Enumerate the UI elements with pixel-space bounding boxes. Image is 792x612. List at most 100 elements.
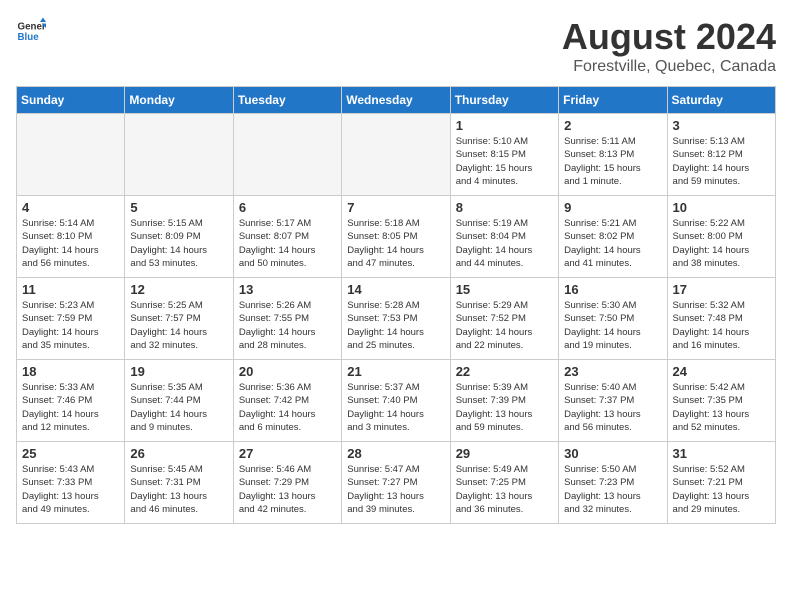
day-number: 24	[673, 364, 770, 379]
calendar-cell: 2Sunrise: 5:11 AM Sunset: 8:13 PM Daylig…	[559, 114, 667, 196]
weekday-header-saturday: Saturday	[667, 87, 775, 114]
day-info: Sunrise: 5:18 AM Sunset: 8:05 PM Dayligh…	[347, 217, 444, 270]
calendar-cell: 17 Sunrise: 5:32 AM Sunset: 7:48 PM Dayli…	[667, 278, 775, 360]
day-info: Sunrise: 5:36 AM Sunset: 7:42 PM Dayligh…	[239, 381, 336, 434]
day-number: 16	[564, 282, 661, 297]
week-row-3: 11 Sunrise: 5:23 AM Sunset: 7:59 PM Dayli…	[17, 278, 776, 360]
calendar-cell	[125, 114, 233, 196]
day-number: 15	[456, 282, 553, 297]
day-info: Sunrise: 5:52 AM Sunset: 7:21 PM Dayligh…	[673, 463, 770, 516]
day-number: 1	[456, 118, 553, 133]
calendar-cell: 20 Sunrise: 5:36 AM Sunset: 7:42 PM Dayli…	[233, 360, 341, 442]
calendar-cell: 22 Sunrise: 5:39 AM Sunset: 7:39 PM Dayli…	[450, 360, 558, 442]
calendar-cell: 5 Sunrise: 5:15 AM Sunset: 8:09 PM Daylig…	[125, 196, 233, 278]
title-area: August 2024 Forestville, Quebec, Canada	[562, 16, 776, 76]
day-number: 23	[564, 364, 661, 379]
calendar-cell: 28 Sunrise: 5:47 AM Sunset: 7:27 PM Dayli…	[342, 442, 450, 524]
day-number: 10	[673, 200, 770, 215]
calendar-cell: 14Sunrise: 5:28 AM Sunset: 7:53 PM Dayli…	[342, 278, 450, 360]
weekday-header-friday: Friday	[559, 87, 667, 114]
day-info: Sunrise: 5:45 AM Sunset: 7:31 PM Dayligh…	[130, 463, 227, 516]
calendar-cell: 26Sunrise: 5:45 AM Sunset: 7:31 PM Dayli…	[125, 442, 233, 524]
day-number: 9	[564, 200, 661, 215]
month-title: August 2024	[562, 16, 776, 58]
day-info: Sunrise: 5:19 AM Sunset: 8:04 PM Dayligh…	[456, 217, 553, 270]
day-info: Sunrise: 5:50 AM Sunset: 7:23 PM Dayligh…	[564, 463, 661, 516]
day-number: 20	[239, 364, 336, 379]
day-info: Sunrise: 5:33 AM Sunset: 7:46 PM Dayligh…	[22, 381, 119, 434]
calendar-cell: 21Sunrise: 5:37 AM Sunset: 7:40 PM Dayli…	[342, 360, 450, 442]
day-info: Sunrise: 5:15 AM Sunset: 8:09 PM Dayligh…	[130, 217, 227, 270]
week-row-2: 4 Sunrise: 5:14 AM Sunset: 8:10 PM Daylig…	[17, 196, 776, 278]
location-title: Forestville, Quebec, Canada	[562, 58, 776, 76]
day-info: Sunrise: 5:39 AM Sunset: 7:39 PM Dayligh…	[456, 381, 553, 434]
logo: General Blue	[16, 16, 46, 46]
day-info: Sunrise: 5:11 AM Sunset: 8:13 PM Dayligh…	[564, 135, 661, 188]
day-number: 3	[673, 118, 770, 133]
calendar-cell	[17, 114, 125, 196]
svg-text:General: General	[18, 22, 47, 33]
weekday-header-thursday: Thursday	[450, 87, 558, 114]
day-number: 8	[456, 200, 553, 215]
day-info: Sunrise: 5:25 AM Sunset: 7:57 PM Dayligh…	[130, 299, 227, 352]
day-number: 30	[564, 446, 661, 461]
day-number: 25	[22, 446, 119, 461]
day-number: 17	[673, 282, 770, 297]
day-info: Sunrise: 5:43 AM Sunset: 7:33 PM Dayligh…	[22, 463, 119, 516]
week-row-5: 25 Sunrise: 5:43 AM Sunset: 7:33 PM Dayli…	[17, 442, 776, 524]
calendar-cell: 25 Sunrise: 5:43 AM Sunset: 7:33 PM Dayli…	[17, 442, 125, 524]
day-info: Sunrise: 5:28 AM Sunset: 7:53 PM Dayligh…	[347, 299, 444, 352]
calendar-cell: 12 Sunrise: 5:25 AM Sunset: 7:57 PM Dayli…	[125, 278, 233, 360]
calendar-cell: 27 Sunrise: 5:46 AM Sunset: 7:29 PM Dayli…	[233, 442, 341, 524]
day-info: Sunrise: 5:14 AM Sunset: 8:10 PM Dayligh…	[22, 217, 119, 270]
day-info: Sunrise: 5:32 AM Sunset: 7:48 PM Dayligh…	[673, 299, 770, 352]
svg-text:Blue: Blue	[18, 32, 40, 43]
day-info: Sunrise: 5:10 AM Sunset: 8:15 PM Dayligh…	[456, 135, 553, 188]
weekday-header-wednesday: Wednesday	[342, 87, 450, 114]
day-info: Sunrise: 5:40 AM Sunset: 7:37 PM Dayligh…	[564, 381, 661, 434]
calendar-cell: 9 Sunrise: 5:21 AM Sunset: 8:02 PM Daylig…	[559, 196, 667, 278]
day-info: Sunrise: 5:21 AM Sunset: 8:02 PM Dayligh…	[564, 217, 661, 270]
day-number: 22	[456, 364, 553, 379]
calendar-cell: 29 Sunrise: 5:49 AM Sunset: 7:25 PM Dayli…	[450, 442, 558, 524]
day-number: 18	[22, 364, 119, 379]
day-info: Sunrise: 5:13 AM Sunset: 8:12 PM Dayligh…	[673, 135, 770, 188]
weekday-header-row: SundayMondayTuesdayWednesdayThursdayFrid…	[17, 87, 776, 114]
day-number: 5	[130, 200, 227, 215]
day-number: 12	[130, 282, 227, 297]
calendar-cell: 8 Sunrise: 5:19 AM Sunset: 8:04 PM Daylig…	[450, 196, 558, 278]
calendar-cell: 6Sunrise: 5:17 AM Sunset: 8:07 PM Daylig…	[233, 196, 341, 278]
weekday-header-monday: Monday	[125, 87, 233, 114]
day-number: 29	[456, 446, 553, 461]
day-number: 28	[347, 446, 444, 461]
calendar-cell: 24Sunrise: 5:42 AM Sunset: 7:35 PM Dayli…	[667, 360, 775, 442]
day-info: Sunrise: 5:49 AM Sunset: 7:25 PM Dayligh…	[456, 463, 553, 516]
calendar-cell: 11 Sunrise: 5:23 AM Sunset: 7:59 PM Dayli…	[17, 278, 125, 360]
day-number: 11	[22, 282, 119, 297]
calendar-cell: 19Sunrise: 5:35 AM Sunset: 7:44 PM Dayli…	[125, 360, 233, 442]
day-info: Sunrise: 5:46 AM Sunset: 7:29 PM Dayligh…	[239, 463, 336, 516]
day-info: Sunrise: 5:26 AM Sunset: 7:55 PM Dayligh…	[239, 299, 336, 352]
day-info: Sunrise: 5:23 AM Sunset: 7:59 PM Dayligh…	[22, 299, 119, 352]
day-number: 21	[347, 364, 444, 379]
calendar-cell: 18 Sunrise: 5:33 AM Sunset: 7:46 PM Dayli…	[17, 360, 125, 442]
day-info: Sunrise: 5:29 AM Sunset: 7:52 PM Dayligh…	[456, 299, 553, 352]
calendar-cell: 7Sunrise: 5:18 AM Sunset: 8:05 PM Daylig…	[342, 196, 450, 278]
day-number: 27	[239, 446, 336, 461]
day-info: Sunrise: 5:47 AM Sunset: 7:27 PM Dayligh…	[347, 463, 444, 516]
week-row-4: 18 Sunrise: 5:33 AM Sunset: 7:46 PM Dayli…	[17, 360, 776, 442]
calendar-table: SundayMondayTuesdayWednesdayThursdayFrid…	[16, 86, 776, 524]
day-number: 4	[22, 200, 119, 215]
weekday-header-tuesday: Tuesday	[233, 87, 341, 114]
day-info: Sunrise: 5:35 AM Sunset: 7:44 PM Dayligh…	[130, 381, 227, 434]
calendar-cell: 10Sunrise: 5:22 AM Sunset: 8:00 PM Dayli…	[667, 196, 775, 278]
calendar-cell	[342, 114, 450, 196]
day-number: 31	[673, 446, 770, 461]
calendar-cell: 23 Sunrise: 5:40 AM Sunset: 7:37 PM Dayli…	[559, 360, 667, 442]
week-row-1: 1 Sunrise: 5:10 AM Sunset: 8:15 PM Daylig…	[17, 114, 776, 196]
day-number: 6	[239, 200, 336, 215]
calendar-cell: 16Sunrise: 5:30 AM Sunset: 7:50 PM Dayli…	[559, 278, 667, 360]
page-header: General Blue August 2024 Forestville, Qu…	[16, 16, 776, 76]
calendar-cell: 31 Sunrise: 5:52 AM Sunset: 7:21 PM Dayli…	[667, 442, 775, 524]
calendar-cell	[233, 114, 341, 196]
